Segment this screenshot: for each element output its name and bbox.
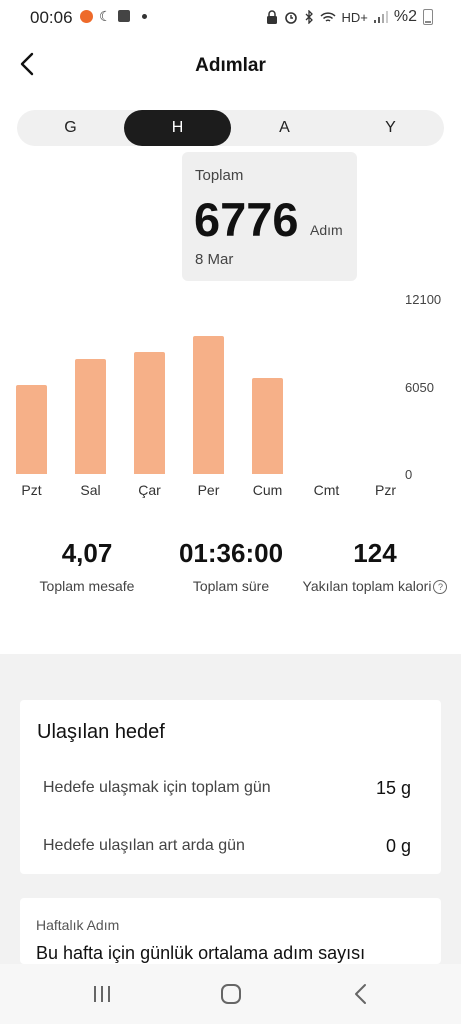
tab-week[interactable]: H xyxy=(124,110,231,146)
tooltip-date: 8 Mar xyxy=(195,251,234,268)
x-tick-çar: Çar xyxy=(138,482,161,498)
notification-icons: ☾ xyxy=(80,9,147,23)
x-tick-sal: Sal xyxy=(80,482,101,498)
system-back-button[interactable] xyxy=(341,980,381,1008)
wifi-icon xyxy=(319,11,336,22)
weekly-card-text: Bu hafta için günlük ortalama adım sayıs… xyxy=(36,943,366,963)
alarm-icon xyxy=(284,12,297,24)
bar-çar[interactable] xyxy=(134,352,165,474)
stat-calories: 124 Yakılan toplam kalori? xyxy=(300,538,450,596)
status-time: 00:06 xyxy=(30,8,73,27)
battery-percent: %2 xyxy=(393,8,417,25)
stat-distance: 4,07 Toplam mesafe xyxy=(12,538,162,596)
tooltip-unit: Adım xyxy=(310,222,343,238)
lock-icon xyxy=(266,10,277,24)
stat-duration-value: 01:36:00 xyxy=(178,538,284,568)
recent-apps-button[interactable] xyxy=(82,980,122,1008)
goal-row-total-label: Hedefe ulaşmak için toplam gün xyxy=(43,779,271,796)
home-button[interactable] xyxy=(211,980,251,1008)
info-circle-icon[interactable]: ? xyxy=(433,580,448,595)
status-bar: 00:06 ☾ HD+ %2 xyxy=(0,0,461,36)
weekly-steps-card[interactable]: Haftalık Adım Bu hafta için günlük ortal… xyxy=(20,898,441,964)
steps-bar-chart: 12100 6050 0 Pzt Sal Çar Per Cum Cmt Pzr xyxy=(0,290,461,510)
orange-dot-icon xyxy=(80,9,93,23)
x-tick-per: Per xyxy=(197,482,220,498)
x-tick-cum: Cum xyxy=(252,482,283,498)
battery-icon xyxy=(423,9,433,25)
home-icon xyxy=(221,984,241,1004)
system-nav-bar xyxy=(0,964,461,1024)
bluetooth-icon xyxy=(305,10,313,24)
recent-apps-icon xyxy=(94,986,110,1002)
tooltip-label: Toplam xyxy=(195,167,244,184)
stat-calories-value: 124 xyxy=(353,538,397,568)
goal-row-streak-value: 0 g xyxy=(385,836,411,856)
bar-per[interactable] xyxy=(193,336,224,474)
stat-calories-label[interactable]: Yakılan toplam kalori? xyxy=(300,577,450,596)
tab-month[interactable]: A xyxy=(231,110,338,146)
y-tick-zero: 0 xyxy=(405,467,413,482)
network-type: HD+ xyxy=(341,9,368,25)
stat-duration-label: Toplam süre xyxy=(192,578,270,594)
goal-row-total-value: 15 g xyxy=(375,778,411,798)
goal-card-title: Ulaşılan hedef xyxy=(37,721,165,743)
stat-distance-label: Toplam mesafe xyxy=(39,578,135,594)
more-notifications-icon xyxy=(141,13,147,19)
box-icon xyxy=(117,10,130,22)
x-tick-cmt: Cmt xyxy=(313,482,340,498)
page-title: Adımlar xyxy=(195,55,266,76)
details-section: Ulaşılan hedef Hedefe ulaşmak için topla… xyxy=(0,654,461,964)
bar-pzt[interactable] xyxy=(16,385,47,474)
signal-icon xyxy=(373,11,388,23)
x-tick-pzt: Pzt xyxy=(21,482,42,498)
system-icons: HD+ %2 xyxy=(266,8,433,26)
selected-value-tooltip: Toplam 6776 Adım 8 Mar xyxy=(182,152,357,281)
y-tick-max: 12100 xyxy=(405,292,442,307)
tab-year[interactable]: Y xyxy=(337,110,444,146)
y-tick-mid: 6050 xyxy=(405,380,434,395)
goal-card: Ulaşılan hedef Hedefe ulaşmak için topla… xyxy=(20,700,441,874)
bar-sal[interactable] xyxy=(75,359,106,474)
bar-cum[interactable] xyxy=(252,378,283,474)
stat-distance-value: 4,07 xyxy=(61,538,113,568)
moon-icon: ☾ xyxy=(99,8,112,24)
tab-day[interactable]: G xyxy=(17,110,124,146)
stat-duration: 01:36:00 Toplam süre xyxy=(156,538,306,596)
goal-row-streak-label: Hedefe ulaşılan art arda gün xyxy=(43,837,245,854)
back-icon xyxy=(355,984,366,1004)
period-selector: G H A Y xyxy=(17,110,444,146)
tooltip-value: 6776 xyxy=(194,193,299,246)
stat-calories-label-text: Yakılan toplam kalori xyxy=(302,578,432,594)
weekly-card-subtitle: Haftalık Adım xyxy=(36,917,120,933)
x-tick-pzr: Pzr xyxy=(375,482,396,498)
